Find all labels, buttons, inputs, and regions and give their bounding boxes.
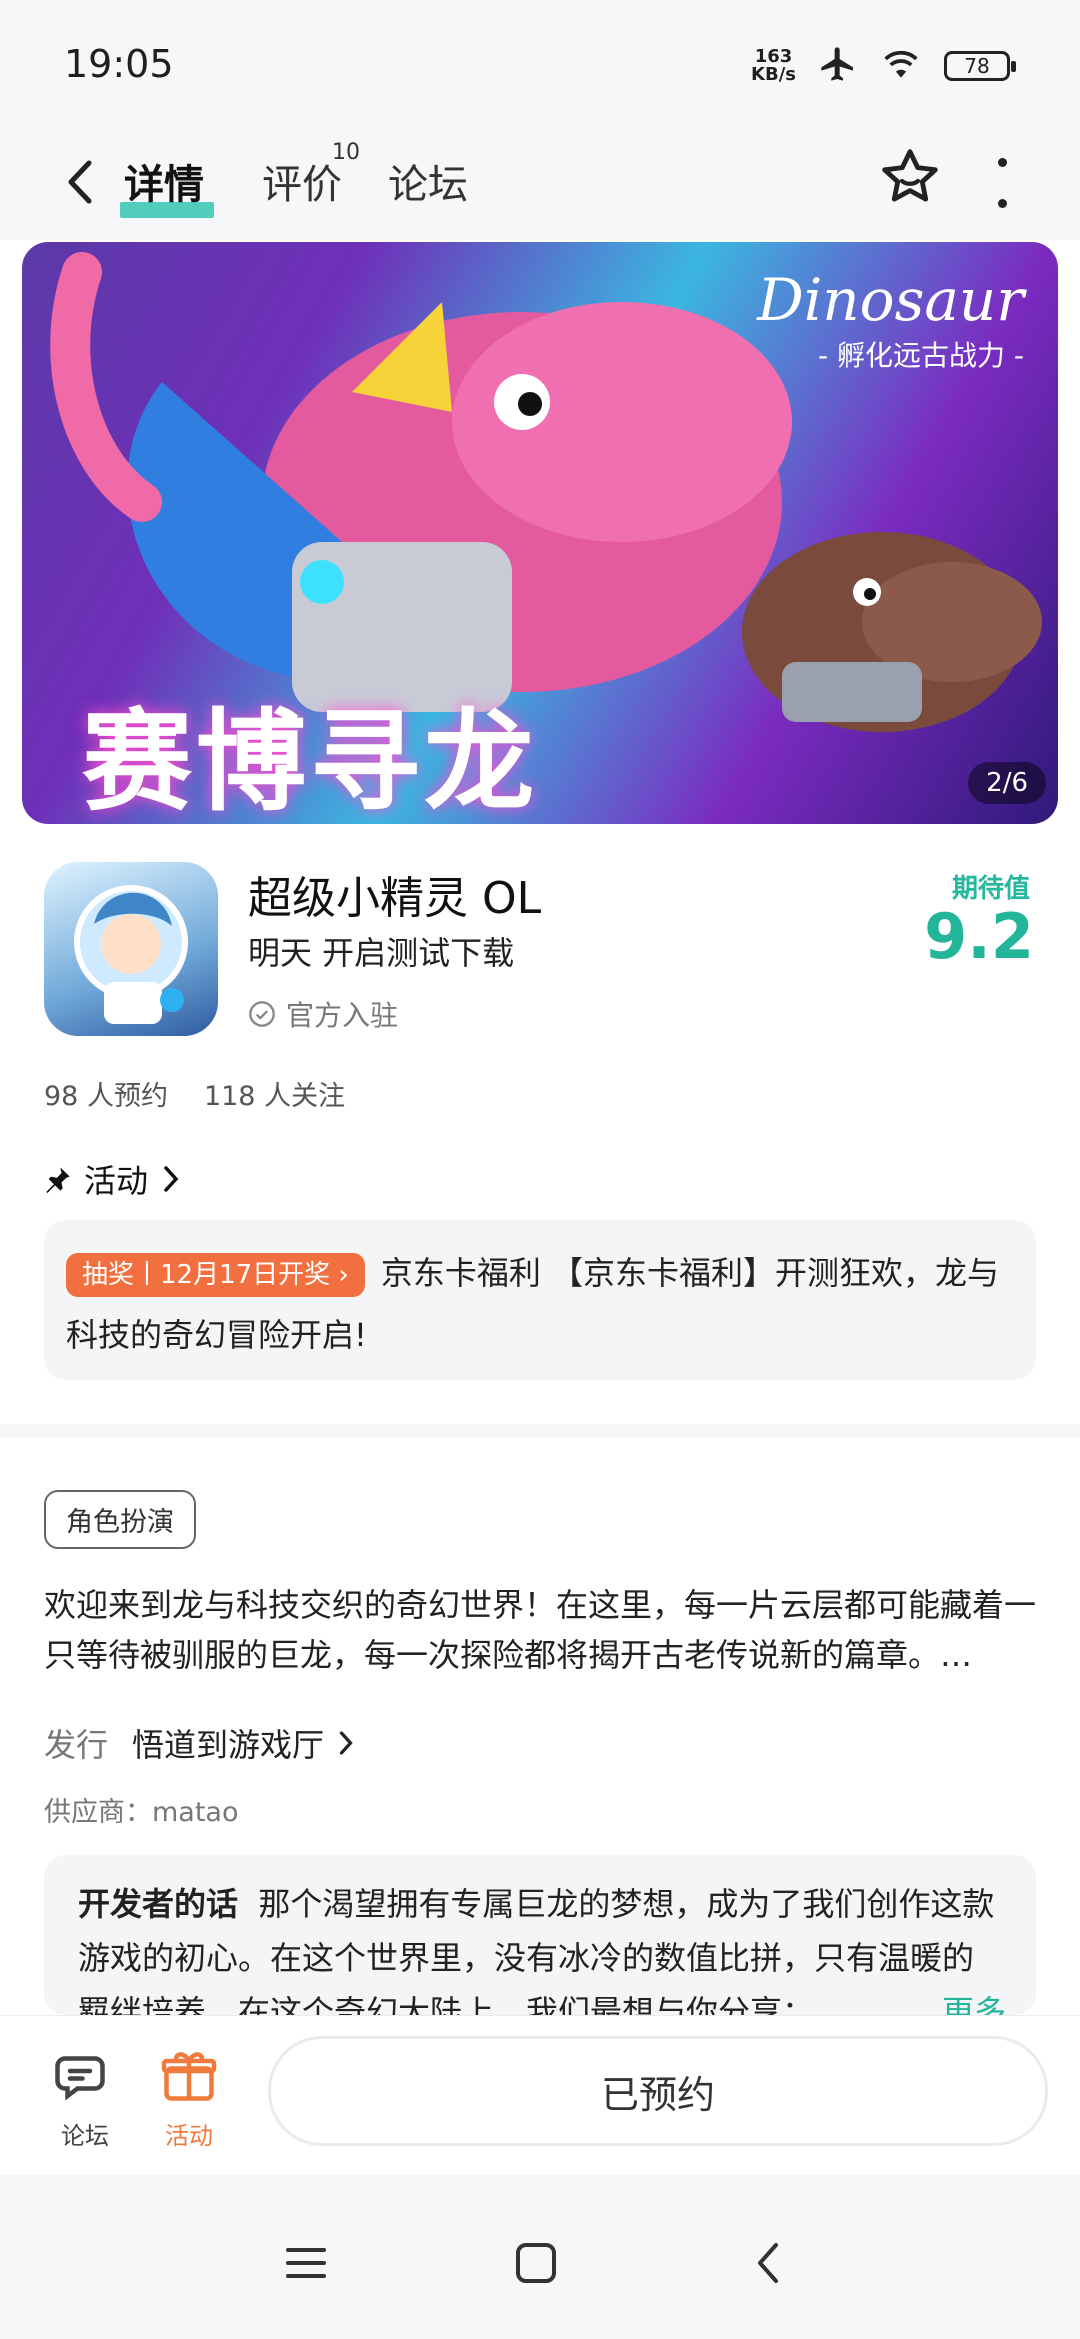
menu-icon [286,2248,326,2278]
official-label: 官方入驻 [286,999,399,1032]
hero-banner[interactable]: Dinosaur - 孵化远古战力 - 赛博寻龙 2/6 [22,242,1058,824]
banner-brand-en: Dinosaur [757,266,1024,334]
developer-note-label: 开发者的话 [78,1885,239,1923]
wifi-icon [880,47,922,85]
banner-brand: Dinosaur - 孵化远古战力 - [757,266,1024,374]
status-icons: 163 KB/s 78 [751,44,1016,88]
tab-forum[interactable]: 论坛 [388,152,468,210]
forum-button[interactable]: 论坛 [30,2046,140,2151]
pin-icon [46,1167,70,1193]
status-bar: 19:05 163 KB/s 78 [0,0,1080,130]
status-time: 19:05 [64,42,174,86]
home-button[interactable] [506,2233,566,2293]
system-back-button[interactable] [738,2233,798,2293]
section-divider [0,1424,1080,1438]
activity-label: 活动 [165,2122,213,2150]
banner-brand-zh: - 孵化远古战力 - [817,339,1024,372]
reserved-button[interactable]: 已预约 [268,2036,1048,2146]
star-icon [882,149,938,202]
developer-note-card[interactable]: 开发者的话 那个渴望拥有专属巨龙的梦想，成为了我们创作这款游戏的初心。在这个世界… [44,1855,1036,2015]
more-options-button[interactable] [990,158,1014,208]
bottom-action-bar: 论坛 活动 已预约 [0,2015,1080,2176]
more-link[interactable]: 更多 [931,1987,1006,2015]
favorite-button[interactable] [878,145,942,209]
dot-icon [997,199,1007,208]
activity-content: 抽奖丨12月17日开奖 › 京东卡福利 【京东卡福利】开测狂欢，龙与科技的奇幻冒险… [66,1242,1012,1366]
tab-details[interactable]: 详情 [124,152,204,210]
genre-tag[interactable]: 角色扮演 [44,1490,196,1549]
publisher-name: 悟道到游戏厅 [132,1726,325,1764]
forum-label: 论坛 [61,2122,109,2150]
battery-indicator: 78 [944,51,1016,81]
supplier-info: 供应商：matao [44,1797,239,1828]
home-square-icon [516,2243,556,2283]
network-speed: 163 KB/s [751,48,796,84]
airplane-icon [818,44,858,88]
official-badge: 官方入驻 [248,994,398,1034]
publisher-label: 发行 [44,1726,109,1764]
stats-row: 98 人预约 118 人关注 [44,1074,345,1113]
app-icon [44,862,218,1036]
expectation-score: 9.2 [924,900,1034,973]
network-speed-unit: KB/s [751,64,796,85]
chevron-left-icon [68,160,92,204]
developer-note: 开发者的话 那个渴望拥有专属巨龙的梦想，成为了我们创作这款游戏的初心。在这个世界… [78,1877,1002,2015]
activity-title: 活动 [84,1162,149,1200]
chevron-right-icon [164,1166,179,1192]
activity-card[interactable]: 抽奖丨12月17日开奖 › 京东卡福利 【京东卡福利】开测狂欢，龙与科技的奇幻冒险… [44,1220,1036,1380]
chat-icon [55,2046,115,2106]
lottery-tag[interactable]: 抽奖丨12月17日开奖 › [66,1253,365,1297]
back-button[interactable] [50,152,110,212]
publisher-row[interactable]: 发行 悟道到游戏厅 [44,1720,356,1766]
chevron-right-icon [339,1731,353,1755]
chevron-left-icon [758,2243,778,2283]
menu-button[interactable] [276,2233,336,2293]
follower-count: 118 人关注 [203,1081,346,1112]
dot-icon [997,158,1007,167]
tab-reviews[interactable]: 评价 [262,152,342,210]
activity-button[interactable]: 活动 [134,2046,244,2151]
banner-title: 赛博寻龙 [82,697,538,824]
top-navigation: 详情 评价 10 论坛 [0,130,1080,240]
check-circle-icon [249,1001,275,1027]
app-name: 超级小精灵 OL [248,873,542,924]
gift-icon [159,2046,219,2106]
banner-page-indicator: 2/6 [968,762,1046,804]
game-description[interactable]: 欢迎来到龙与科技交织的奇幻世界！在这里，每一片云层都可能藏着一只等待被驯服的巨龙… [44,1580,1044,1680]
system-navigation-bar [0,2175,1080,2339]
reviews-count-badge: 10 [332,140,360,165]
release-info: 明天 开启测试下载 [248,934,515,972]
activity-header[interactable]: 活动 [44,1156,182,1202]
reservation-count: 98 人预约 [44,1081,168,1112]
